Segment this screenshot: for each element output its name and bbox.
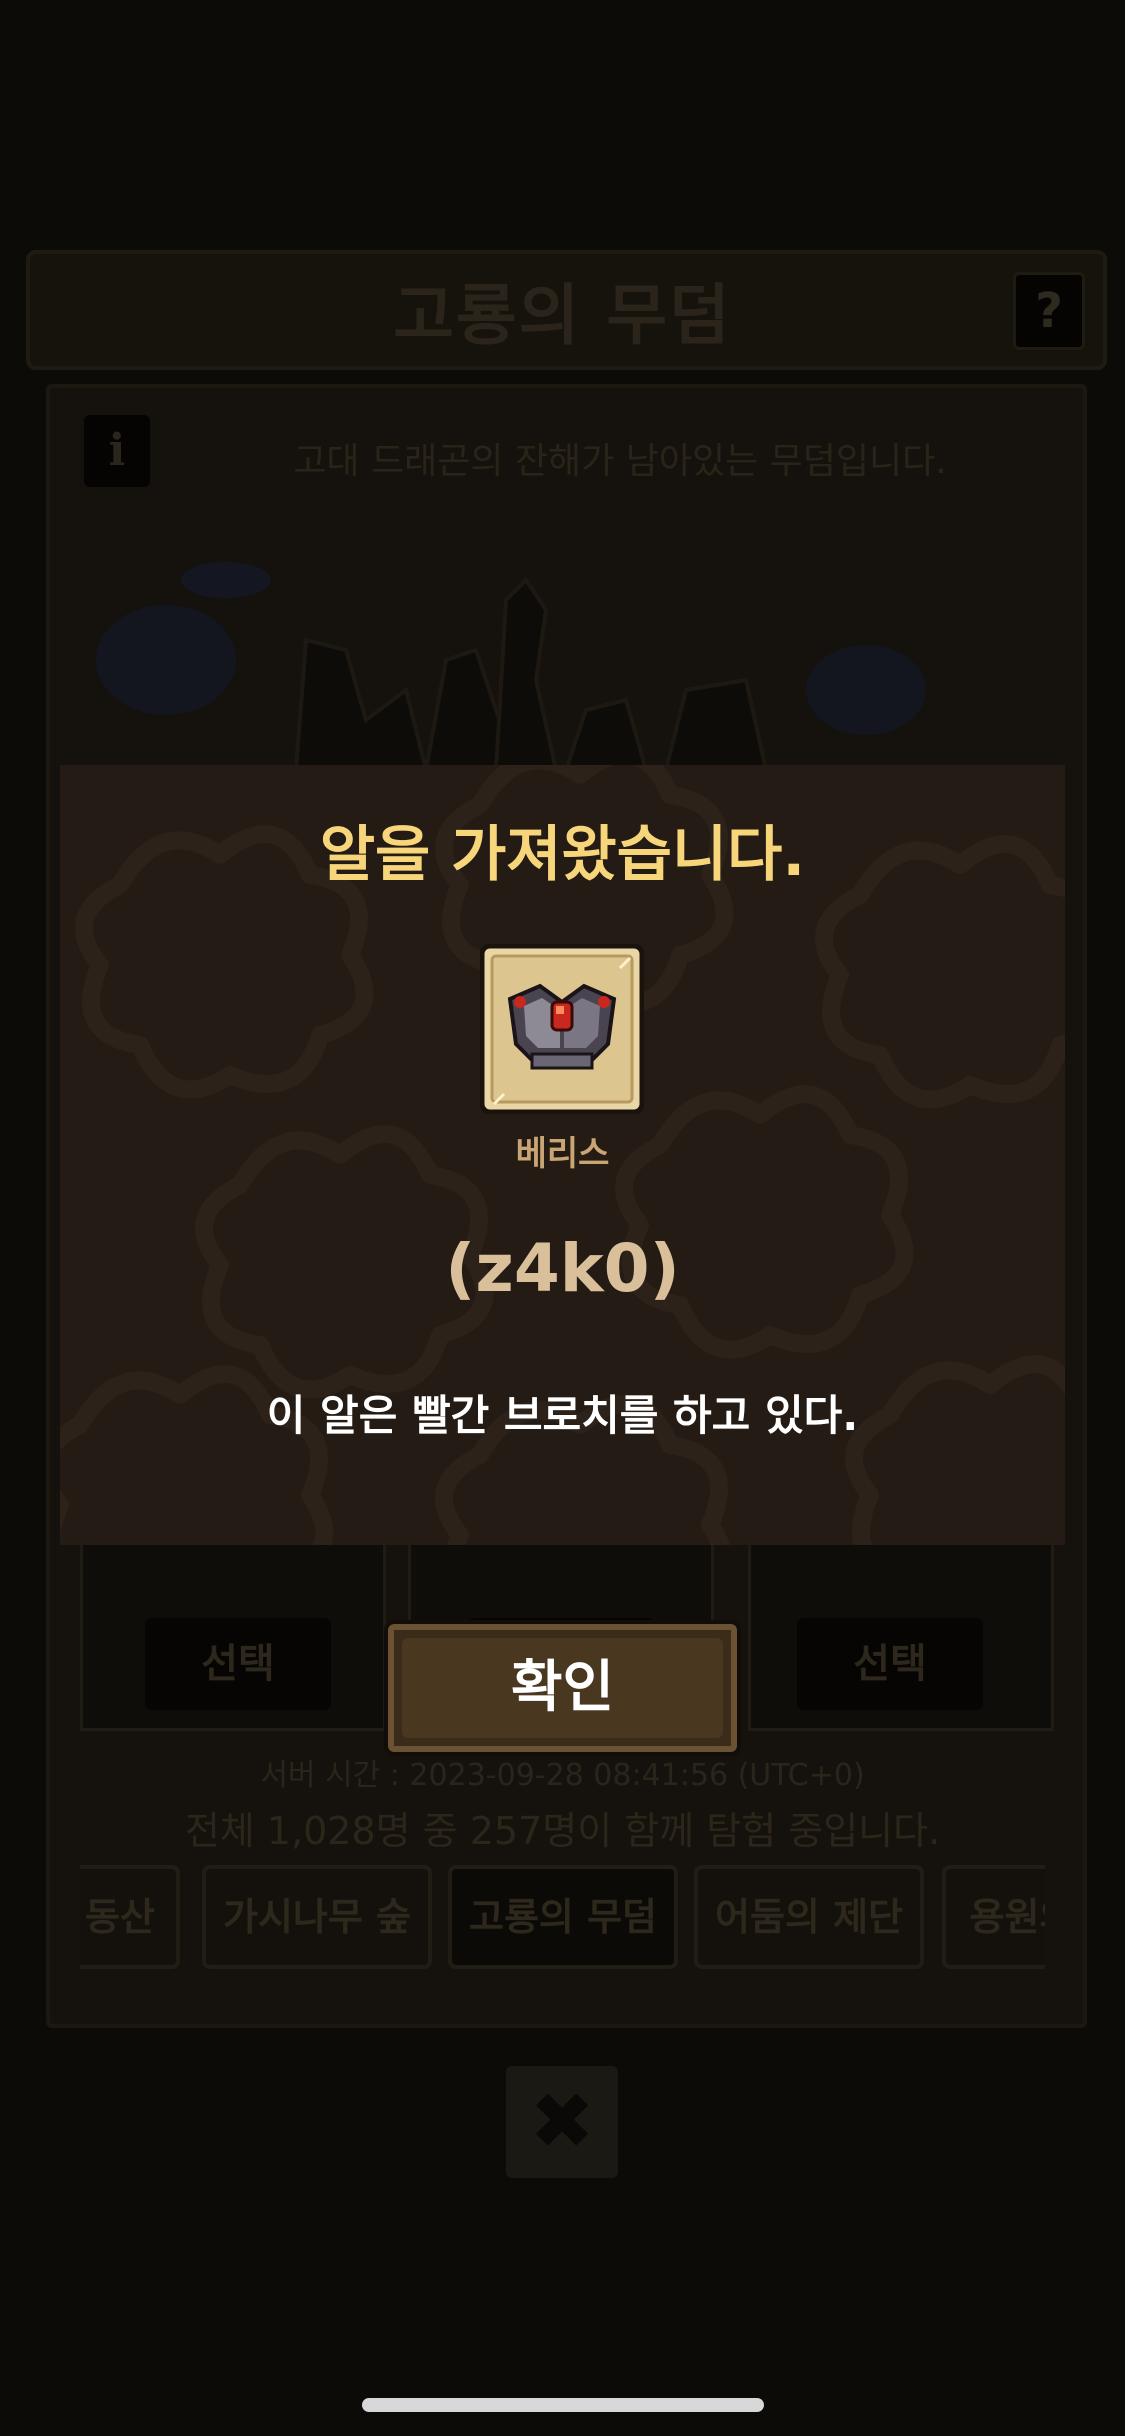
- info-icon[interactable]: i: [84, 415, 150, 487]
- area-description: 고대 드래곤의 잔해가 남아있는 무덤입니다.: [293, 441, 947, 482]
- confirm-button[interactable]: 확인: [384, 1620, 741, 1756]
- tab-area-2[interactable]: 가시나무 숲: [202, 1865, 432, 1969]
- home-indicator[interactable]: [362, 2398, 764, 2412]
- participant-count: 전체 1,028명 중 257명이 함께 탐험 중입니다.: [184, 1809, 941, 1853]
- egg-description: 이 알은 빨간 브로치를 하고 있다.: [266, 1391, 859, 1440]
- page-title: 고룡의 무덤: [393, 277, 732, 354]
- select-button[interactable]: 선택: [145, 1618, 331, 1710]
- help-button[interactable]: ?: [1013, 272, 1085, 350]
- egg-code: (z4k0): [445, 1230, 680, 1307]
- confirm-button-label: 확인: [402, 1638, 723, 1738]
- close-button[interactable]: ✖: [506, 2066, 618, 2178]
- tab-area-4[interactable]: 어둠의 제단: [694, 1865, 924, 1969]
- egg-brooch-icon: [480, 944, 644, 1114]
- tomb-scene-illustration: [96, 562, 926, 770]
- tab-area-5[interactable]: 용원의: [942, 1865, 1045, 1969]
- select-button[interactable]: 선택: [797, 1618, 983, 1710]
- modal-title: 알을 가져왔습니다.: [319, 820, 806, 890]
- area-tabs: 동산 가시나무 숲 고룡의 무덤 어둠의 제단 용원의: [80, 1865, 1045, 1977]
- choice-card: 선택: [748, 1540, 1054, 1731]
- item-name: 베리스: [515, 1134, 610, 1174]
- tab-area-1[interactable]: 동산: [80, 1865, 180, 1969]
- choice-card: 선택: [80, 1540, 386, 1731]
- tab-area-3[interactable]: 고룡의 무덤: [448, 1865, 678, 1969]
- server-time: 서버 시간 : 2023-09-28 08:41:56 (UTC+0): [260, 1758, 865, 1793]
